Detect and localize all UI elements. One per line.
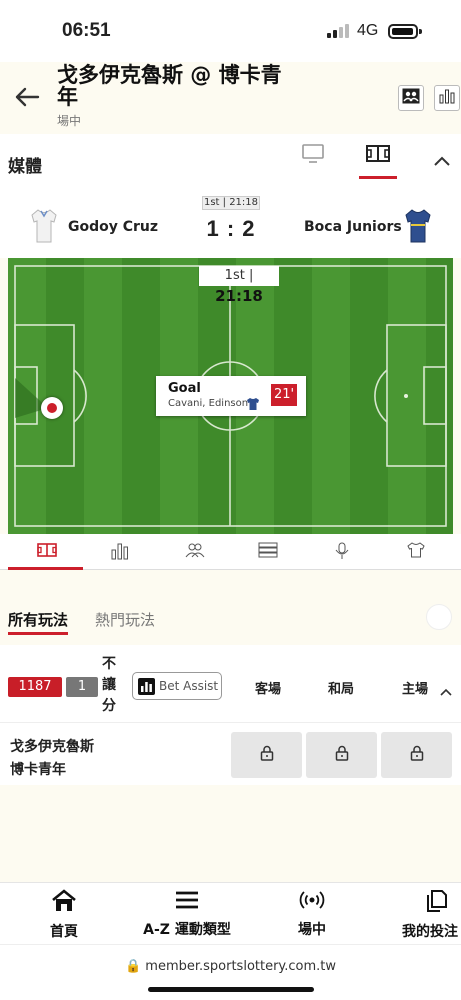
filter-toggle[interactable]: [426, 604, 452, 630]
pitch-tab-icon[interactable]: [37, 542, 57, 562]
status-bar: 06:51 4G: [0, 0, 461, 62]
nav-my-bets[interactable]: 我的投注: [402, 889, 461, 941]
home-indicator[interactable]: [148, 987, 314, 992]
pitch-tracker-icon[interactable]: [366, 144, 390, 168]
page-subtitle: 場中: [57, 114, 82, 128]
nav-live[interactable]: 場中: [282, 889, 342, 939]
row-team-1: 戈多伊克魯斯: [10, 739, 94, 755]
media-bar: 媒體: [0, 134, 461, 186]
tv-icon[interactable]: [302, 144, 324, 168]
battery-icon: [388, 24, 418, 39]
match-clock-badge: 1st | 21:18: [202, 196, 260, 210]
tab-popular-markets[interactable]: 熱門玩法: [95, 609, 155, 630]
media-label: 媒體: [8, 157, 42, 177]
lineup-icon: [402, 88, 420, 108]
pitch-tracker: 1st | 21:18 Goal Cavani, Edinson 21': [8, 258, 453, 534]
column-home: 主場: [402, 682, 429, 697]
lock-icon: [260, 745, 274, 765]
nav-sports[interactable]: A-Z 運動類型: [137, 889, 237, 939]
home-jersey-icon: [30, 208, 58, 248]
scoreboard: 1st | 21:18 Godoy Cruz 1 : 2 Boca Junior…: [0, 186, 461, 258]
back-arrow-icon[interactable]: [14, 84, 40, 114]
odds-button-draw[interactable]: [306, 732, 377, 778]
signal-icon: [327, 24, 349, 38]
url-text: 🔒 member.sportslottery.com.tw: [124, 959, 337, 974]
market-collapse-chevron-icon[interactable]: [440, 681, 452, 700]
pitch-clock: 1st | 21:18: [199, 266, 279, 305]
network-type: 4G: [357, 22, 379, 39]
commentary-tab-icon[interactable]: [334, 542, 354, 562]
home-icon: [34, 889, 94, 917]
lineups-tab-icon[interactable]: [185, 542, 205, 562]
column-draw: 和局: [328, 682, 355, 697]
bar-chart-icon: [439, 88, 455, 108]
documents-icon: [424, 889, 461, 917]
lineup-button[interactable]: [398, 85, 424, 111]
column-away: 客場: [255, 682, 282, 697]
stats-tab-icon[interactable]: [111, 542, 131, 562]
match-header: 戈多伊克魯斯 @ 博卡青年 場中: [0, 62, 461, 134]
collapse-chevron-icon[interactable]: [433, 152, 451, 171]
match-score: 1 : 2: [206, 216, 256, 241]
market-count-badge: 1: [66, 677, 98, 697]
browser-url-bar[interactable]: 🔒 member.sportslottery.com.tw: [0, 944, 461, 1000]
menu-icon: [137, 889, 237, 915]
away-team-name: Boca Juniors: [304, 219, 402, 235]
bet-assist-icon: [138, 678, 155, 695]
event-player: Cavani, Edinson: [168, 398, 249, 409]
away-jersey-icon: [404, 208, 432, 248]
bet-assist-button[interactable]: Bet Assist: [132, 672, 222, 700]
event-type: Goal: [168, 381, 201, 396]
status-time: 06:51: [62, 20, 111, 41]
nav-home[interactable]: 首頁: [34, 889, 94, 941]
stats-tabs: [0, 534, 461, 570]
away-shirt-icon: [246, 396, 260, 415]
event-minute: 21': [271, 384, 297, 406]
goal-event-card: Goal Cavani, Edinson 21': [156, 376, 306, 416]
bet-type-tabs: 所有玩法 熱門玩法: [0, 595, 461, 639]
row-team-2: 博卡青年: [10, 762, 66, 778]
home-team-name: Godoy Cruz: [68, 219, 159, 235]
kit-tab-icon[interactable]: [407, 542, 427, 562]
market-name: 不 讓 分: [102, 656, 116, 714]
odds-button-away[interactable]: [231, 732, 302, 778]
stats-button[interactable]: [434, 85, 460, 111]
table-tab-icon[interactable]: [258, 542, 278, 562]
page-title: 戈多伊克魯斯 @ 博卡青年: [57, 63, 282, 109]
market-id-badge: 1187: [8, 677, 62, 697]
bottom-navigation: 首頁 A-Z 運動類型 場中 我的投注: [0, 882, 461, 944]
tab-all-markets[interactable]: 所有玩法: [8, 609, 68, 630]
lock-small-icon: 🔒: [124, 959, 142, 974]
ball-position-marker: [41, 397, 63, 419]
odds-button-home[interactable]: [381, 732, 452, 778]
lock-icon: [335, 745, 349, 765]
market-card: 1187 1 不 讓 分 Bet Assist 客場 和局 主場 戈多伊克魯斯 …: [0, 645, 461, 785]
lock-icon: [410, 745, 424, 765]
live-broadcast-icon: [282, 889, 342, 915]
